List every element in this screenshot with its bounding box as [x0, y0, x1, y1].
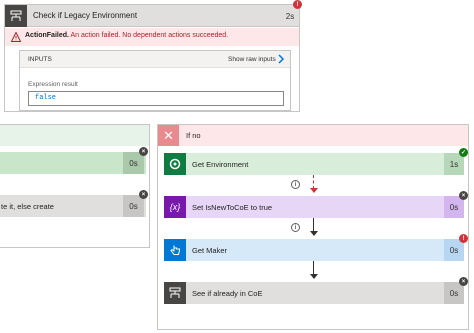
error-status-icon: ! [459, 234, 468, 243]
skipped-status-icon: × [459, 277, 468, 286]
arrow-down-icon [310, 231, 318, 236]
dataverse-icon [164, 153, 186, 175]
left-step-1[interactable]: 0s × [0, 147, 148, 174]
warning-icon [11, 32, 21, 42]
condition-card-title: Check if Legacy Environment [33, 11, 138, 20]
inputs-label: INPUTS [28, 56, 52, 63]
condition-icon [164, 282, 186, 304]
step-label: Set IsNewToCoE to true [192, 203, 273, 212]
arrow-down-icon [310, 188, 318, 193]
condition-icon [5, 5, 27, 27]
skipped-status-icon: × [139, 147, 148, 156]
step-set-isnewtocoe[interactable]: {x} Set IsNewToCoE to true 0s × [164, 191, 468, 218]
inputs-header: INPUTS Show raw inputs [20, 51, 290, 68]
show-raw-inputs-link[interactable]: Show raw inputs [228, 56, 276, 63]
error-status-icon: ! [293, 0, 302, 9]
if-yes-branch: 0s × te it, else create 0s × [0, 124, 150, 248]
success-status-icon: ✓ [459, 148, 468, 157]
step-label: Get Maker [192, 246, 228, 255]
if-no-branch: ✕ If no Get Environment 1s ✓ i {x} Set I… [157, 124, 469, 330]
condition-card-header[interactable]: Check if Legacy Environment 2s ! [5, 0, 302, 27]
if-yes-header[interactable] [0, 125, 149, 146]
if-no-title: If no [186, 131, 201, 140]
connector-line [313, 218, 314, 232]
run-after-connector [313, 175, 314, 189]
info-icon[interactable]: i [291, 180, 300, 189]
expression-result-label: Expression result [28, 81, 78, 88]
if-no-header[interactable]: ✕ If no [158, 125, 468, 146]
step-label: See if already in CoE [192, 289, 263, 298]
step-see-if-already-in-coe[interactable]: See if already in CoE 0s × [164, 277, 468, 304]
error-detail: An action failed. No dependent actions s… [68, 32, 229, 39]
step-get-environment[interactable]: Get Environment 1s ✓ [164, 148, 468, 175]
inputs-panel: INPUTS Show raw inputs Expression result… [19, 50, 291, 111]
step-label: Get Environment [192, 160, 249, 169]
hand-pointer-icon [164, 239, 186, 261]
expression-result-box: false [28, 91, 284, 106]
arrow-down-icon [310, 274, 318, 279]
expression-result-value: false [35, 94, 57, 102]
error-message: ActionFailed. An action failed. No depen… [25, 32, 228, 39]
connector-line [313, 261, 314, 275]
left-step-2[interactable]: te it, else create 0s × [0, 190, 148, 217]
error-label: ActionFailed. [25, 32, 69, 39]
info-icon[interactable]: i [291, 223, 300, 232]
left-step-2-label: te it, else create [1, 202, 54, 211]
step-get-maker[interactable]: Get Maker 0s ! [164, 234, 468, 261]
condition-card-check-legacy[interactable]: Check if Legacy Environment 2s ! ActionF… [4, 0, 302, 112]
skipped-status-icon: × [459, 191, 468, 200]
error-banner: ActionFailed. An action failed. No depen… [5, 28, 299, 46]
variable-icon: {x} [164, 196, 186, 218]
chevron-right-icon[interactable] [276, 54, 286, 64]
skipped-status-icon: × [139, 190, 148, 199]
close-icon: ✕ [158, 125, 179, 146]
